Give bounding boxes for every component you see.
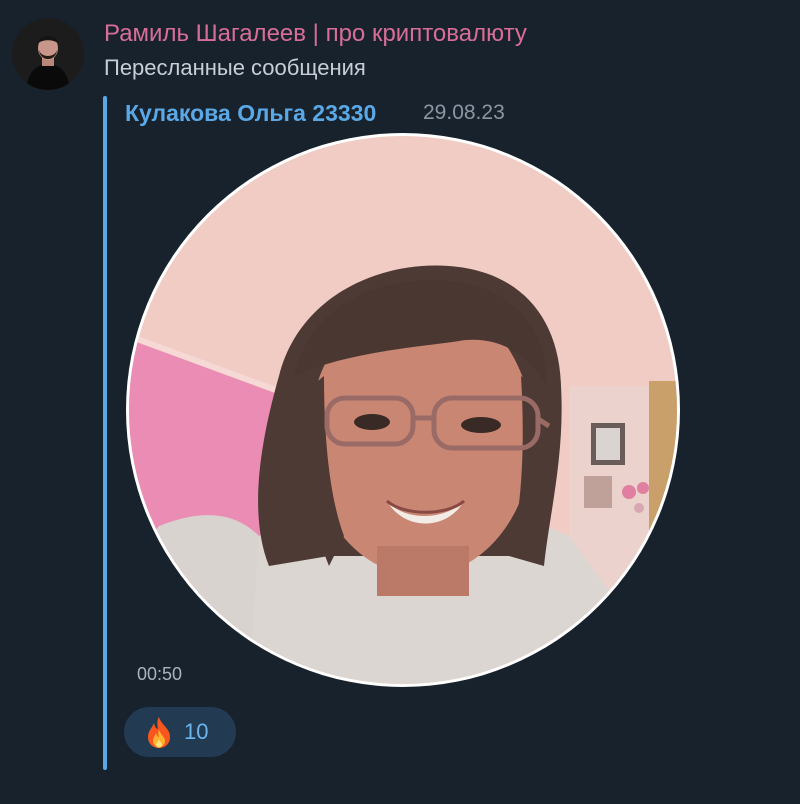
original-message-date: 29.08.23 <box>423 101 505 124</box>
forward-quote-bar <box>103 96 107 770</box>
forwarded-messages-label: Пересланные сообщения <box>104 55 366 80</box>
reaction-fire-button[interactable]: 10 <box>124 707 236 757</box>
reaction-count: 10 <box>184 719 209 744</box>
video-frame-image <box>129 136 677 684</box>
fire-icon <box>148 717 170 748</box>
channel-avatar[interactable] <box>12 18 84 90</box>
round-video-message[interactable] <box>126 133 680 687</box>
video-duration: 00:50 <box>137 664 183 684</box>
original-author-name[interactable]: Кулакова Ольга 23330 <box>125 100 376 127</box>
channel-title[interactable]: Рамиль Шагалеев | про криптовалюту <box>104 20 527 48</box>
